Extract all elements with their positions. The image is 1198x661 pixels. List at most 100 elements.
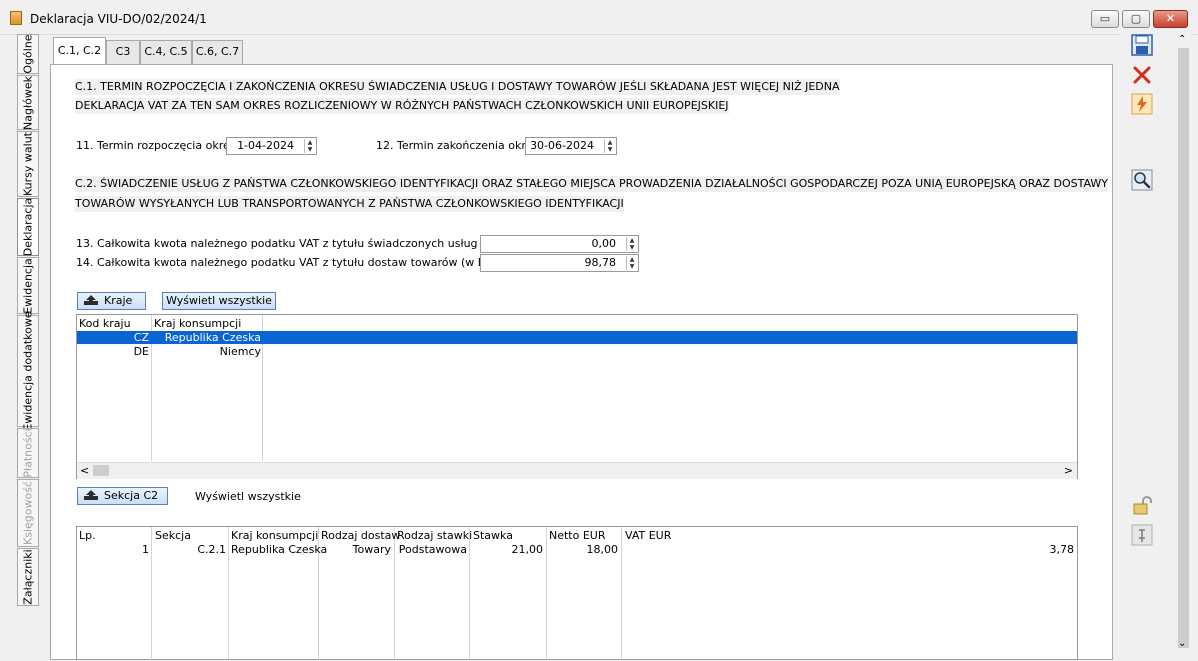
horizontal-scrollbar[interactable]: < > xyxy=(77,462,1077,479)
tab-label: Załączniki xyxy=(21,549,35,605)
pin-icon[interactable] xyxy=(1131,524,1153,546)
spin-up-icon[interactable]: ▲ xyxy=(627,237,637,244)
column-header-country-code[interactable]: Kod kraju xyxy=(79,317,131,330)
minimize-button[interactable]: ▭ xyxy=(1091,10,1119,28)
document-icon xyxy=(10,11,22,25)
tab-platnosci[interactable]: Płatności xyxy=(17,428,39,478)
end-date-field[interactable]: 30-06-2024 ▲ ▼ xyxy=(525,137,617,155)
column-header-consumption-country[interactable]: Kraj konsumpcji xyxy=(231,529,318,542)
tab-label: Ewidencja xyxy=(21,257,35,314)
field13-spinner[interactable]: ▲ ▼ xyxy=(626,237,637,251)
tab-kursy-walut[interactable]: Kursy walut xyxy=(17,131,39,197)
scroll-up-icon[interactable]: ⌃ xyxy=(1178,34,1186,45)
section-c1-heading-line1: C.1. TERMIN ROZPOCZĘCIA I ZAKOŃCZENIA OK… xyxy=(75,79,840,95)
save-icon[interactable] xyxy=(1131,34,1153,56)
cancel-icon[interactable] xyxy=(1131,64,1153,86)
spin-down-icon[interactable]: ▼ xyxy=(627,244,637,251)
country-name-cell: Republika Czeska xyxy=(164,331,261,344)
country-code-cell: CZ xyxy=(133,331,149,344)
column-header-lp[interactable]: Lp. xyxy=(79,529,96,542)
tab-c3[interactable]: C3 xyxy=(106,40,140,64)
country-cell: Republika Czeska xyxy=(231,543,328,556)
countries-button[interactable]: Kraje xyxy=(77,292,146,310)
section-c2-button-label: Sekcja C2 xyxy=(104,489,159,502)
field14-value: 98,78 xyxy=(584,256,617,269)
spin-up-icon[interactable]: ▲ xyxy=(627,256,637,263)
table-row[interactable]: DE Niemcy xyxy=(77,345,1077,358)
start-date-field[interactable]: 1-04-2024 ▲ ▼ xyxy=(226,137,317,155)
spin-down-icon[interactable]: ▼ xyxy=(305,146,315,153)
rate-cell: 21,00 xyxy=(511,543,544,556)
spin-up-icon[interactable]: ▲ xyxy=(605,139,615,146)
tab-label: Ewidencja dodatkowe xyxy=(21,311,35,431)
tab-deklaracja[interactable]: Deklaracja xyxy=(17,198,39,256)
scroll-left-icon[interactable]: < xyxy=(80,464,89,477)
tab-naglowek[interactable]: Nagłówek xyxy=(17,75,39,130)
field14-input[interactable]: 98,78 ▲ ▼ xyxy=(480,254,639,272)
unlock-icon[interactable] xyxy=(1131,495,1153,517)
scrollbar-thumb[interactable] xyxy=(93,465,109,476)
start-date-value: 1-04-2024 xyxy=(237,139,294,152)
table-row[interactable]: CZ Republika Czeska xyxy=(77,331,1077,344)
column-header-net-eur[interactable]: Netto EUR xyxy=(549,529,606,542)
field14-label: 14. Całkowita kwota należnego podatku VA… xyxy=(76,256,505,269)
sections-table[interactable]: Lp. Sekcja Kraj konsumpcji Rodzaj dostaw… xyxy=(76,526,1078,661)
maximize-button[interactable]: ▢ xyxy=(1122,10,1150,28)
tab-c1-c2[interactable]: C.1, C.2 xyxy=(53,37,106,65)
field13-label: 13. Całkowita kwota należnego podatku VA… xyxy=(76,237,525,250)
lp-cell: 1 xyxy=(142,543,149,556)
upload-icon xyxy=(84,295,98,305)
countries-button-label: Kraje xyxy=(104,294,133,307)
tab-label: Nagłówek xyxy=(21,75,35,130)
net-cell: 18,00 xyxy=(586,543,619,556)
tab-ksiegowosc[interactable]: Księgowość xyxy=(17,479,39,547)
scroll-right-icon[interactable]: > xyxy=(1064,464,1073,477)
lightning-icon[interactable] xyxy=(1131,93,1153,115)
countries-table[interactable]: Kod kraju Kraj konsumpcji CZ Republika C… xyxy=(76,314,1078,479)
tab-ewidencja-dodatkowe[interactable]: Ewidencja dodatkowe xyxy=(17,311,39,431)
field13-value: 0,00 xyxy=(591,237,617,250)
title-bar: Deklaracja VIU-DO/02/2024/1 ▭ ▢ ✕ xyxy=(0,0,1198,35)
column-header-consumption-country[interactable]: Kraj konsumpcji xyxy=(154,317,241,330)
section-c2-heading-line2: TOWARÓW WYSYŁANYCH LUB TRANSPORTOWANYCH … xyxy=(75,196,624,212)
close-button[interactable]: ✕ xyxy=(1153,10,1188,28)
right-toolbar xyxy=(1120,34,1176,660)
tab-ewidencja[interactable]: Ewidencja xyxy=(17,257,39,314)
section-c2-button[interactable]: Sekcja C2 xyxy=(77,487,168,505)
country-name-cell: Niemcy xyxy=(219,345,261,358)
tab-ogolne[interactable]: Ogólne xyxy=(17,34,39,74)
scrollbar-thumb[interactable] xyxy=(1178,48,1189,648)
show-all-sections-link[interactable]: Wyświetl wszystkie xyxy=(195,490,301,503)
column-header-vat-eur[interactable]: VAT EUR xyxy=(625,529,671,542)
end-date-label: 12. Termin zakończenia okresu xyxy=(376,139,546,152)
spin-up-icon[interactable]: ▲ xyxy=(305,139,315,146)
start-date-spinner[interactable]: ▲ ▼ xyxy=(304,139,315,153)
vertical-scrollbar[interactable]: ⌃ ⌄ xyxy=(1176,34,1191,654)
column-header-rate[interactable]: Stawka xyxy=(473,529,513,542)
tab-c6-c7[interactable]: C.6, C.7 xyxy=(192,40,243,64)
tab-label: Ogólne xyxy=(21,34,35,74)
spin-down-icon[interactable]: ▼ xyxy=(605,146,615,153)
vat-cell: 3,78 xyxy=(1049,543,1075,556)
section-c2-heading-line1: C.2. ŚWIADCZENIE USŁUG Z PAŃSTWA CZŁONKO… xyxy=(75,176,1108,192)
column-header-supply-type[interactable]: Rodzaj dostaw xyxy=(321,529,400,542)
section-cell: C.2.1 xyxy=(197,543,226,556)
column-header-rate-type[interactable]: Rodzaj stawki xyxy=(397,529,472,542)
start-date-label: 11. Termin rozpoczęcia okresu xyxy=(76,139,243,152)
supply-type-cell: Towary xyxy=(352,543,391,556)
section-c1-heading-line2: DEKLARACJA VAT ZA TEN SAM OKRES ROZLICZE… xyxy=(75,98,729,114)
show-all-countries-button[interactable]: Wyświetl wszystkie xyxy=(162,292,276,310)
field14-spinner[interactable]: ▲ ▼ xyxy=(626,256,637,270)
end-date-spinner[interactable]: ▲ ▼ xyxy=(604,139,615,153)
tab-zalaczniki[interactable]: Załączniki xyxy=(17,548,39,606)
end-date-value: 30-06-2024 xyxy=(530,139,594,152)
country-code-cell: DE xyxy=(133,345,149,358)
scroll-down-icon[interactable]: ⌄ xyxy=(1178,638,1186,649)
spin-down-icon[interactable]: ▼ xyxy=(627,263,637,270)
tab-label: Płatności xyxy=(21,428,35,478)
field13-input[interactable]: 0,00 ▲ ▼ xyxy=(480,235,639,253)
tab-c4-c5[interactable]: C.4, C.5 xyxy=(140,40,192,64)
column-header-section[interactable]: Sekcja xyxy=(155,529,191,542)
table-row[interactable]: 1 C.2.1 Republika Czeska Towary Podstawo… xyxy=(77,543,1077,556)
search-icon[interactable] xyxy=(1131,169,1153,191)
